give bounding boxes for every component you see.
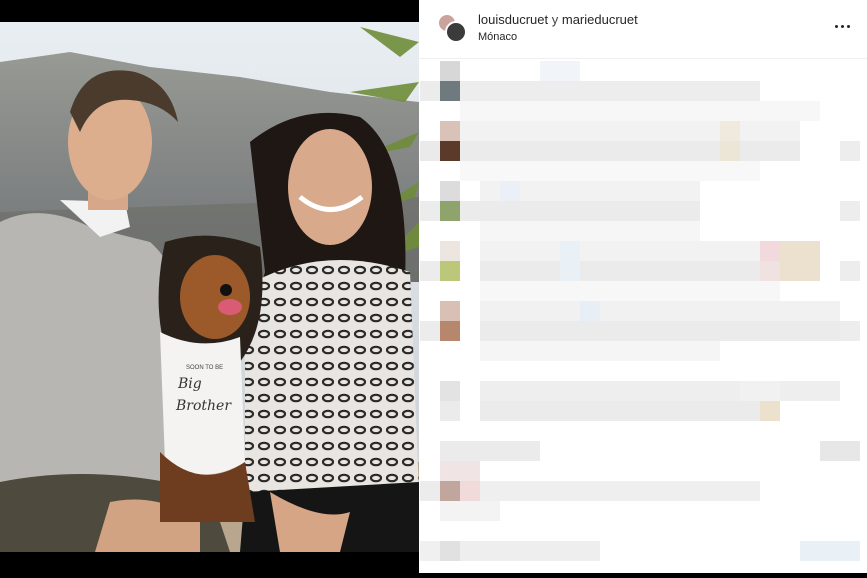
comments-area-pixelated bbox=[419, 59, 867, 573]
post-header: louisducruet y marieducruet Mónaco bbox=[419, 0, 867, 59]
shirt-text-line2: Big bbox=[177, 376, 202, 392]
shirt-text-line3: Brother bbox=[175, 398, 232, 414]
comment-block-3 bbox=[420, 181, 860, 241]
post-photo-illustration: SOON TO BE Big Brother bbox=[0, 22, 419, 552]
comment-block-6 bbox=[440, 381, 840, 421]
post-side-panel: louisducruet y marieducruet Mónaco bbox=[419, 0, 867, 573]
comment-block-8 bbox=[420, 541, 860, 561]
comment-block-5 bbox=[420, 301, 860, 361]
more-horizontal-icon[interactable] bbox=[830, 16, 856, 36]
post-location[interactable]: Mónaco bbox=[478, 31, 517, 43]
post-photo[interactable]: SOON TO BE Big Brother bbox=[0, 22, 419, 552]
comment-block-2 bbox=[420, 121, 860, 181]
comment-block-4 bbox=[420, 241, 860, 301]
pixelated-comments bbox=[420, 61, 860, 561]
author-avatars[interactable] bbox=[437, 13, 467, 43]
comment-block-1 bbox=[420, 61, 820, 121]
author-link-2[interactable]: marieducruet bbox=[562, 12, 638, 27]
post-authors: louisducruet y marieducruet bbox=[478, 12, 638, 27]
author-link-1[interactable]: louisducruet bbox=[478, 12, 548, 27]
comment-block-7 bbox=[420, 441, 860, 521]
avatar bbox=[445, 21, 467, 43]
author-joiner: y bbox=[551, 12, 559, 27]
shirt-text-line1: SOON TO BE bbox=[186, 365, 223, 371]
